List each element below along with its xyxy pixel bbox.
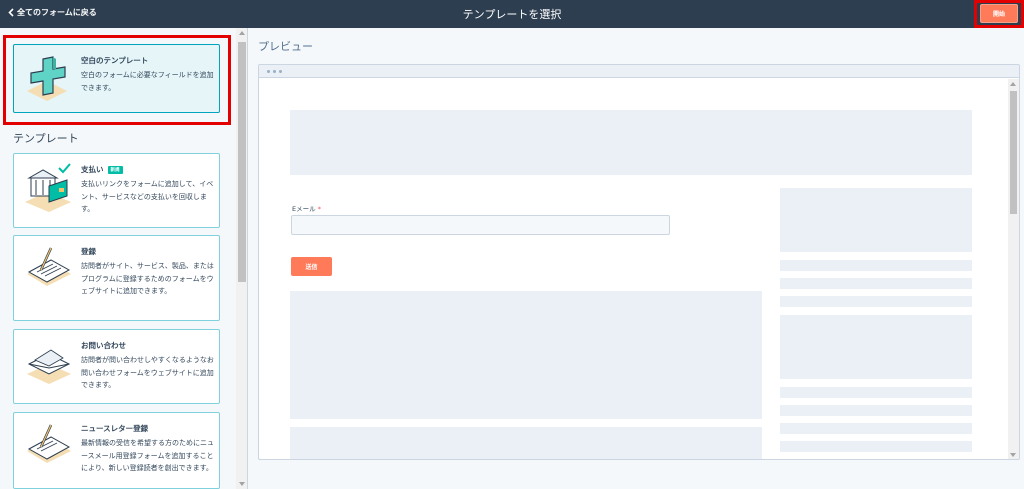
scrollbar-thumb[interactable] (238, 42, 246, 282)
scrollbar-thumb[interactable] (1010, 91, 1017, 214)
submit-button[interactable]: 送信 (291, 257, 332, 276)
window-dot-icon (273, 70, 276, 73)
side-placeholder (780, 423, 972, 434)
scroll-up-arrow-icon[interactable] (1010, 82, 1016, 86)
window-dot-icon (267, 70, 270, 73)
template-description-newsletter: 最新情報の受信を希望する方のためにニュースメール用登録フォームを追加することによ… (81, 439, 214, 472)
templates-section-heading: テンプレート (13, 132, 79, 145)
start-button[interactable]: 開始 (980, 4, 1018, 23)
content-placeholder (290, 427, 762, 459)
envelope-icon (27, 349, 71, 384)
scroll-up-arrow-icon[interactable] (239, 31, 245, 35)
side-placeholder (780, 315, 972, 379)
blank-template-card[interactable]: 空白のテンプレート 空白のフォームに必要なフィールドを追加できます。 (13, 44, 220, 113)
side-placeholder (780, 260, 972, 271)
template-title-payment: 支払い (81, 165, 104, 174)
template-description-contact: 訪問者が問い合わせしやすくなるようなお問い合わせフォームをウェブサイトに追加でき… (81, 356, 214, 389)
template-description-registration: 訪問者がサイト、サービス、製品、またはプログラムに登録するためのフォームをウェブ… (81, 262, 214, 295)
template-title-contact: お問い合わせ (81, 341, 126, 350)
side-placeholder (780, 188, 972, 252)
top-bar: 全てのフォームに戻る テンプレートを選択 (0, 0, 1024, 28)
scroll-down-arrow-icon[interactable] (1010, 453, 1016, 457)
content-placeholder (290, 291, 762, 419)
blank-template-title: 空白のテンプレート (81, 56, 149, 65)
template-description-payment: 支払いリンクをフォームに追加して、イベント、サービスなどの支払いを回収します。 (81, 180, 214, 213)
template-card-contact[interactable]: お問い合わせ 訪問者が問い合わせしやすくなるようなお問い合わせフォームをウェブサ… (13, 329, 220, 404)
side-placeholder (780, 296, 972, 307)
template-title-newsletter: ニュースレター登録 (81, 424, 149, 433)
window-dot-icon (279, 70, 282, 73)
side-placeholder (780, 387, 972, 398)
page-title: テンプレートを選択 (462, 8, 562, 21)
template-card-payment[interactable]: 支払い 新規 支払いリンクをフォームに追加して、イベント、サービスなどの支払いを… (13, 153, 220, 228)
required-marker: * (317, 205, 321, 213)
preview-heading: プレビュー (258, 40, 313, 53)
side-placeholder (780, 441, 972, 452)
bank-payment-icon (25, 163, 71, 212)
blank-template-description: 空白のフォームに必要なフィールドを追加できます。 (81, 71, 214, 92)
email-field[interactable] (291, 215, 670, 235)
template-title-registration: 登録 (81, 247, 96, 256)
registration-form-icon (27, 247, 71, 286)
header-placeholder (290, 110, 972, 175)
preview-window-bar (259, 65, 1019, 78)
side-placeholder (780, 405, 972, 416)
side-placeholder (780, 278, 972, 289)
new-badge: 新規 (107, 165, 123, 174)
plus-cross-icon (27, 56, 67, 101)
preview-frame: Eメール * 送信 (258, 64, 1020, 460)
scroll-down-arrow-icon[interactable] (239, 482, 245, 486)
email-field-label: Eメール (292, 205, 316, 213)
preview-scrollbar[interactable] (1008, 79, 1019, 459)
template-card-newsletter[interactable]: ニュースレター登録 最新情報の受信を希望する方のためにニュースメール用登録フォー… (13, 412, 220, 489)
newsletter-form-icon (27, 424, 71, 463)
sidebar-scrollbar[interactable] (236, 28, 248, 489)
template-card-registration[interactable]: 登録 訪問者がサイト、サービス、製品、またはプログラムに登録するためのフォームを… (13, 235, 220, 321)
